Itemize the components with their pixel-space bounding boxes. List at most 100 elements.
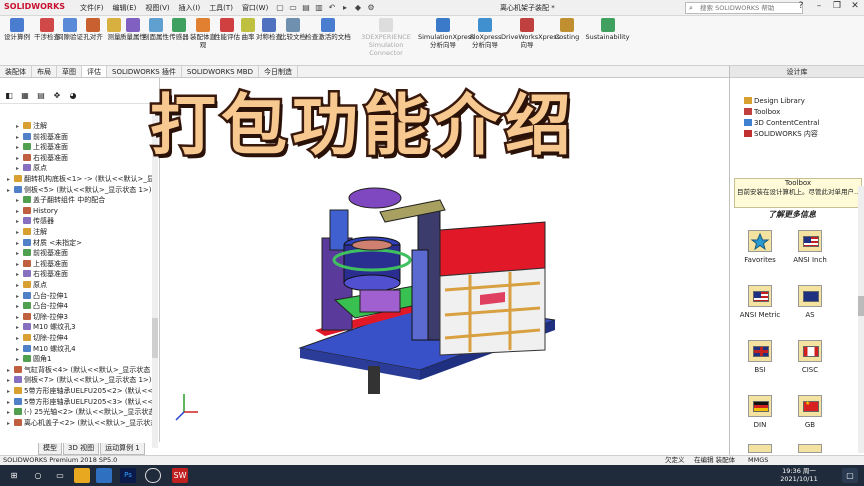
task-view-icon[interactable]: ▭ xyxy=(52,468,68,483)
scrollbar-thumb[interactable] xyxy=(858,296,864,316)
tree-item[interactable]: ▸ 上视基准面 xyxy=(16,259,68,269)
expand-arrow-icon[interactable]: ▸ xyxy=(7,387,14,397)
help-search-input[interactable]: ⌕ 搜索 SOLIDWORKS 帮助 xyxy=(685,2,803,14)
tab-sketch[interactable]: 草图 xyxy=(57,66,82,77)
symmetry-check-button[interactable]: 对称检查 xyxy=(256,18,282,41)
recorder-icon[interactable] xyxy=(145,468,161,483)
tab-manufacturing-today[interactable]: 今日制造 xyxy=(259,66,298,77)
expand-arrow-icon[interactable]: ▸ xyxy=(7,398,14,408)
expand-arrow-icon[interactable]: ▸ xyxy=(7,366,14,376)
minimize-icon[interactable]: – xyxy=(814,1,824,11)
display-manager-icon[interactable]: ◕ xyxy=(67,90,79,102)
dimxpert-icon[interactable]: ✥ xyxy=(51,90,63,102)
tree-item[interactable]: ▸ 传感器 xyxy=(16,216,54,226)
expand-arrow-icon[interactable]: ▸ xyxy=(16,345,23,355)
3d-contentcentral-item[interactable]: 3D ContentCentral xyxy=(744,118,819,128)
notification-icon[interactable]: ▢ xyxy=(842,468,858,483)
tree-item[interactable]: ▸ 前视基准面 xyxy=(16,132,68,142)
assembly-visualization-button[interactable]: 装配体直观 xyxy=(190,18,216,49)
tree-item[interactable]: ▸ 右视基准面 xyxy=(16,153,68,163)
tree-item[interactable]: ▸ (-) 25光轴<2> (默认<<默认>_显示状态 xyxy=(7,407,155,417)
ansi-inch-folder[interactable]: ANSI Inch xyxy=(785,230,835,264)
expand-arrow-icon[interactable]: ▸ xyxy=(16,217,23,227)
expand-arrow-icon[interactable]: ▸ xyxy=(16,143,23,153)
search-icon[interactable]: ○ xyxy=(30,468,46,483)
menu-window[interactable]: 窗口(W) xyxy=(242,3,268,13)
expand-arrow-icon[interactable]: ▸ xyxy=(16,270,23,280)
open-icon[interactable]: ▭ xyxy=(288,2,298,13)
tab-assembly[interactable]: 装配体 xyxy=(0,66,32,77)
menu-file[interactable]: 文件(F) xyxy=(80,3,104,13)
windows-start-icon[interactable]: ⊞ xyxy=(6,468,22,483)
save-icon[interactable]: ▤ xyxy=(301,2,311,13)
rebuild-icon[interactable]: ◆ xyxy=(353,2,363,13)
expand-arrow-icon[interactable]: ▸ xyxy=(16,355,23,365)
tab-motion-study[interactable]: 运动算例 1 xyxy=(100,443,145,455)
tree-item[interactable]: ▸ 离心机盖子<2> (默认<<默认>_显示状态 xyxy=(7,418,157,428)
browser-icon[interactable] xyxy=(96,468,112,483)
tab-solidworks-mbd[interactable]: SOLIDWORKS MBD xyxy=(182,66,259,77)
tree-item[interactable]: ▸ 右视基准面 xyxy=(16,269,68,279)
tree-item[interactable]: ▸ 5带方形座轴承UELFU205<2> (默认<< xyxy=(7,386,153,396)
expand-arrow-icon[interactable]: ▸ xyxy=(16,260,23,270)
tab-3d-view[interactable]: 3D 视图 xyxy=(63,443,100,455)
tree-item[interactable]: ▸ 侧板<5> (默认<<默认>_显示状态 1>) xyxy=(7,185,152,195)
menu-tools[interactable]: 工具(T) xyxy=(209,3,233,13)
expand-arrow-icon[interactable]: ▸ xyxy=(16,292,23,302)
tab-evaluate[interactable]: 评估 xyxy=(82,66,107,77)
din-folder[interactable]: DIN xyxy=(735,395,785,429)
expand-arrow-icon[interactable]: ▸ xyxy=(16,239,23,249)
help-icon[interactable]: ? xyxy=(796,1,806,11)
tree-item[interactable]: ▸ 圆角1 xyxy=(16,354,51,364)
solidworks-content-item[interactable]: SOLIDWORKS 内容 xyxy=(744,129,818,139)
expand-arrow-icon[interactable]: ▸ xyxy=(16,281,23,291)
check-active-document-button[interactable]: 检查激活的文档 xyxy=(303,18,353,41)
tree-item[interactable]: ▸ M10 螺纹孔4 xyxy=(16,344,76,354)
tree-item[interactable]: ▸ M10 螺纹孔3 xyxy=(16,322,76,332)
tree-item[interactable]: ▸ 注解 xyxy=(16,121,47,131)
sensor-button[interactable]: 传感器 xyxy=(166,18,192,41)
close-icon[interactable]: ✕ xyxy=(850,1,860,11)
expand-arrow-icon[interactable]: ▸ xyxy=(16,207,23,217)
floxpress-button[interactable]: FloXpress 分析向导 xyxy=(470,18,501,49)
tab-model[interactable]: 模型 xyxy=(38,443,62,455)
tree-item[interactable]: ▸ 材质 <未指定> xyxy=(16,238,82,248)
expand-arrow-icon[interactable]: ▸ xyxy=(7,186,14,196)
tree-item[interactable]: ▸ 切除-拉伸4 xyxy=(16,333,68,343)
menu-edit[interactable]: 编辑(E) xyxy=(113,3,137,13)
file-explorer-icon[interactable] xyxy=(74,468,90,483)
sustainability-button[interactable]: Sustainability xyxy=(585,18,630,41)
configuration-manager-icon[interactable]: ▤ xyxy=(35,90,47,102)
tree-item[interactable]: ▸ 前视基准面 xyxy=(16,248,68,258)
tree-item[interactable]: ▸ History xyxy=(16,206,58,216)
tree-item[interactable]: ▸ 侧板<7> (默认<<默认>_显示状态 1>) xyxy=(7,375,152,385)
gb-folder[interactable]: ★ GB xyxy=(785,395,835,429)
tree-item[interactable]: ▸ 5带方形座轴承UELFU205<3> (默认<< xyxy=(7,397,153,407)
print-icon[interactable]: ▥ xyxy=(314,2,324,13)
expand-arrow-icon[interactable]: ▸ xyxy=(16,334,23,344)
tree-item[interactable]: ▸ 气缸背板<4> (默认<<默认>_显示状态 xyxy=(7,365,150,375)
cisc-folder[interactable]: CISC xyxy=(785,340,835,374)
tab-solidworks-addins[interactable]: SOLIDWORKS 插件 xyxy=(107,66,182,77)
simulationxpress-button[interactable]: SimulationXpress 分析向导 xyxy=(418,18,475,49)
status-units[interactable]: MMGS xyxy=(748,456,768,465)
undo-icon[interactable]: ↶ xyxy=(327,2,337,13)
expand-arrow-icon[interactable]: ▸ xyxy=(7,408,14,418)
tree-item[interactable]: ▸ 翻转机构底板<1> -> (默认<<默认>_显 xyxy=(7,174,154,184)
ansi-metric-folder[interactable]: ANSI Metric xyxy=(735,285,785,319)
tree-item[interactable]: ▸ 原点 xyxy=(16,163,47,173)
expand-arrow-icon[interactable]: ▸ xyxy=(16,164,23,174)
feature-tree-icon[interactable]: ◧ xyxy=(3,90,15,102)
costing-button[interactable]: Costing xyxy=(554,18,580,41)
expand-arrow-icon[interactable]: ▸ xyxy=(16,122,23,132)
tree-item[interactable]: ▸ 注解 xyxy=(16,227,47,237)
system-clock[interactable]: 19:36 周一 2021/10/11 xyxy=(764,467,834,483)
menu-insert[interactable]: 插入(I) xyxy=(179,3,201,13)
design-study-button[interactable]: 设计算例 xyxy=(2,18,32,41)
expand-arrow-icon[interactable]: ▸ xyxy=(16,133,23,143)
options-icon[interactable]: ⚙ xyxy=(366,2,376,13)
next-standard-folder-partial[interactable] xyxy=(735,444,785,457)
solidworks-logo[interactable]: SOLIDWORKS xyxy=(4,2,65,11)
restore-icon[interactable]: ❐ xyxy=(832,1,842,11)
photoshop-icon[interactable]: Ps xyxy=(120,468,136,483)
